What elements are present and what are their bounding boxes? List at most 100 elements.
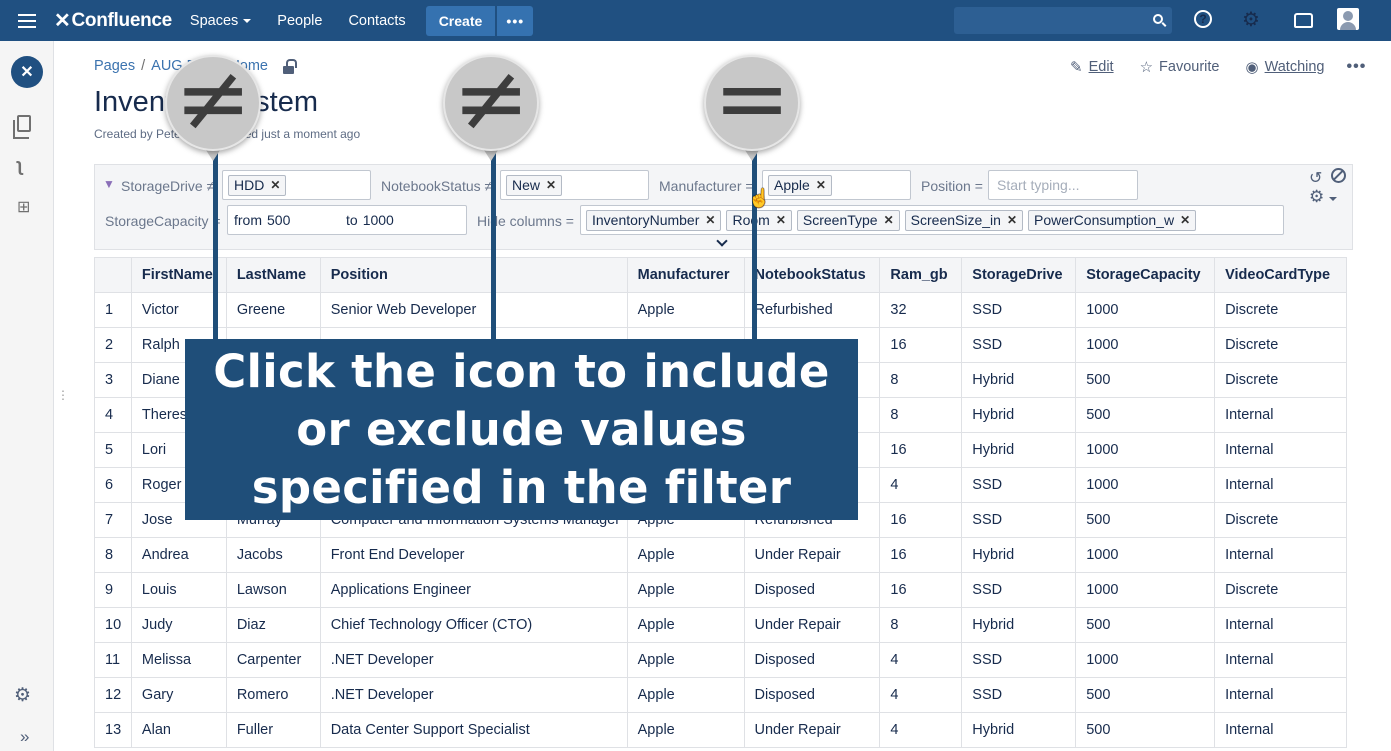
remove-chip-icon[interactable]: ✕: [816, 178, 826, 192]
column-header[interactable]: LastName: [225, 257, 321, 293]
range-from-value[interactable]: 500: [267, 212, 341, 228]
range-to-value[interactable]: 1000: [363, 212, 394, 228]
reset-filters-icon[interactable]: ↺: [1309, 168, 1322, 188]
manufacturer-filter-label[interactable]: Manufacturer =: [659, 178, 754, 194]
column-header[interactable]: NotebookStatus: [743, 257, 881, 293]
instruction-text: Click the icon to include or exclude val…: [213, 344, 830, 514]
instruction-overlay: Click the icon to include or exclude val…: [185, 339, 858, 520]
table-cell: Disposed: [743, 642, 881, 678]
table-cell: 500: [1075, 607, 1216, 643]
callout-pointer-line: [752, 150, 757, 340]
table-cell: Apple: [626, 712, 745, 748]
remove-chip-icon[interactable]: ✕: [776, 213, 786, 227]
column-header[interactable]: Ram_gb: [879, 257, 963, 293]
position-filter-input[interactable]: Start typing...: [988, 170, 1138, 200]
chevron-down-icon: [1329, 197, 1337, 201]
confluence-logo[interactable]: ✕ Confluence: [54, 8, 172, 33]
table-cell: Chief Technology Officer (CTO): [319, 607, 628, 643]
table-cell: Judy: [130, 607, 227, 643]
table-cell: SSD: [961, 502, 1077, 538]
space-logo[interactable]: ✕: [11, 56, 43, 88]
table-row: 11 Melissa Carpenter .NET Developer Apple Dis…: [94, 642, 1347, 678]
table-cell: .NET Developer: [319, 677, 628, 713]
search-icon[interactable]: [1153, 14, 1163, 24]
table-cell: SSD: [961, 642, 1077, 678]
remove-chip-icon[interactable]: ✕: [1007, 213, 1017, 227]
hidden-column-chip: InventoryNumber ✕: [586, 209, 722, 231]
edit-button[interactable]: ✎ Edit: [1070, 58, 1114, 76]
filter-settings-gear-icon[interactable]: ⚙: [1309, 187, 1324, 207]
storagecapacity-range-input[interactable]: from 500 to 1000: [227, 205, 467, 235]
favourite-button[interactable]: ☆ Favourite: [1140, 58, 1220, 76]
table-cell: Internal: [1214, 677, 1347, 713]
storagedrive-filter-input[interactable]: HDD ✕: [222, 170, 371, 200]
table-cell: 1000: [1075, 432, 1216, 468]
manufacturer-filter-input[interactable]: Apple ✕: [762, 170, 911, 200]
table-cell: Greene: [225, 292, 321, 328]
table-cell: Refurbished: [743, 292, 881, 328]
more-actions-icon[interactable]: •••: [1346, 58, 1366, 76]
table-cell: Jacobs: [225, 537, 321, 573]
table-cell: Hybrid: [961, 712, 1077, 748]
range-from-label: from: [234, 212, 262, 228]
table-row: 10 Judy Diaz Chief Technology Officer (CTO)…: [94, 607, 1347, 643]
user-avatar[interactable]: [1337, 8, 1359, 30]
people-link[interactable]: People: [277, 13, 322, 29]
sidebar-resize-handle[interactable]: ⋮: [57, 388, 69, 402]
column-header[interactable]: StorageDrive: [961, 257, 1077, 293]
collapse-filters-chevron-icon[interactable]: [716, 235, 728, 247]
remove-chip-icon[interactable]: ✕: [705, 213, 715, 227]
table-cell: 8: [879, 397, 963, 433]
table-cell: 1000: [1075, 292, 1216, 328]
pages-icon[interactable]: [13, 115, 31, 139]
table-cell: Under Repair: [743, 537, 881, 573]
column-header[interactable]: Position: [319, 257, 628, 293]
menu-icon[interactable]: [0, 0, 54, 41]
remove-chip-icon[interactable]: ✕: [270, 178, 280, 192]
breadcrumb-pages[interactable]: Pages: [94, 58, 135, 74]
table-cell: Discrete: [1214, 327, 1347, 363]
remove-chip-icon[interactable]: ✕: [884, 213, 894, 227]
table-cell: Internal: [1214, 607, 1347, 643]
remove-chip-icon[interactable]: ✕: [1180, 213, 1190, 227]
column-header[interactable]: [94, 257, 132, 293]
blog-rss-icon[interactable]: ʅ: [17, 155, 23, 176]
watching-button[interactable]: ◉ Watching: [1245, 58, 1324, 76]
table-cell: SSD: [961, 467, 1077, 503]
table-cell: Fuller: [225, 712, 321, 748]
space-settings-icon[interactable]: ⚙: [14, 684, 31, 707]
notebookstatus-filter-label[interactable]: NotebookStatus ≠: [381, 178, 492, 194]
settings-gear-icon[interactable]: ⚙: [1242, 7, 1260, 32]
page-tree-icon[interactable]: ⊞: [17, 197, 30, 217]
remove-chip-icon[interactable]: ✕: [546, 178, 556, 192]
contacts-link[interactable]: Contacts: [348, 13, 405, 29]
not-equal-callout: ≠: [165, 53, 261, 151]
table-cell: 500: [1075, 677, 1216, 713]
table-cell: 1000: [1075, 327, 1216, 363]
column-header[interactable]: Manufacturer: [626, 257, 745, 293]
search-input[interactable]: [954, 7, 1172, 34]
help-icon[interactable]: ?: [1194, 10, 1212, 28]
hide-columns-input[interactable]: InventoryNumber✕ Room✕ ScreenType✕ Scree…: [580, 205, 1284, 235]
storagedrive-filter-label[interactable]: StorageDrive ≠: [121, 178, 214, 194]
create-button[interactable]: Create: [425, 5, 496, 36]
table-cell: Lawson: [225, 572, 321, 608]
expand-sidebar-icon[interactable]: »: [20, 727, 29, 747]
filter-chip: Apple ✕: [768, 174, 832, 196]
table-cell: SSD: [961, 327, 1077, 363]
create-more-button[interactable]: •••: [497, 5, 534, 36]
table-cell: Discrete: [1214, 292, 1347, 328]
column-header[interactable]: VideoCardType: [1214, 257, 1347, 293]
table-row: 8 Andrea Jacobs Front End Developer Apple Und…: [94, 537, 1347, 573]
callout-pointer-line: [491, 150, 496, 340]
column-header[interactable]: StorageCapacity: [1075, 257, 1216, 293]
unlock-icon[interactable]: [283, 59, 297, 74]
position-filter-label[interactable]: Position =: [921, 178, 983, 194]
spaces-menu[interactable]: Spaces: [190, 13, 252, 29]
table-header-row: FirstName LastName Position Manufacturer Not…: [94, 257, 1347, 293]
notifications-icon[interactable]: [1294, 13, 1313, 28]
table-cell: 16: [879, 572, 963, 608]
table-cell: Discrete: [1214, 572, 1347, 608]
clear-filters-icon[interactable]: [1331, 168, 1346, 183]
notebookstatus-filter-input[interactable]: New ✕: [500, 170, 649, 200]
